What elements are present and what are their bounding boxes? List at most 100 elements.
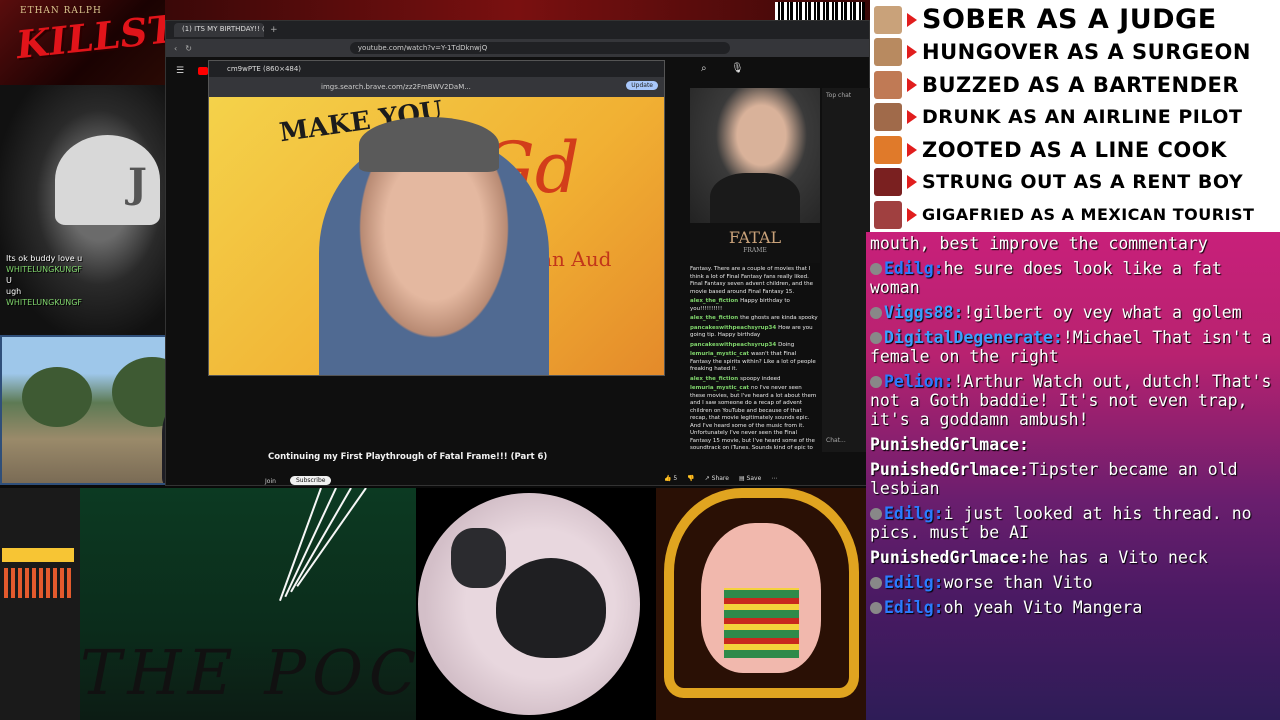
tier-arrow-icon bbox=[907, 142, 917, 157]
green-visualizer-panel: THE POCKET bbox=[80, 488, 416, 720]
chat-message: Edilg:i just looked at his thread. no pi… bbox=[870, 504, 1276, 542]
youtube-live-chat: Fantasy. There are a couple of movies th… bbox=[688, 264, 820, 452]
chat-message: mouth, best improve the commentary bbox=[870, 234, 1276, 253]
raccoon-panel bbox=[416, 488, 656, 720]
tier-arrow-icon bbox=[907, 175, 917, 189]
webcam-chat-user: WHITELUNGKUNGF bbox=[6, 265, 82, 274]
tier-face-icon bbox=[874, 168, 902, 196]
mic-icon[interactable]: 🎙 bbox=[731, 63, 744, 74]
menu-icon[interactable]: ☰ bbox=[176, 66, 184, 76]
youtube-logo-icon[interactable] bbox=[198, 67, 208, 75]
cap-letter: J bbox=[128, 160, 147, 207]
chat-message: PunishedGrlmace: bbox=[870, 435, 1276, 454]
shirt-graphic bbox=[710, 173, 800, 223]
chat-username[interactable]: Viggs88: bbox=[884, 303, 963, 322]
browser-tab-bar: (1) ITS MY BIRTHDAY!! @ C + bbox=[166, 21, 869, 39]
tier-label: ZOOTED AS A LINE COOK bbox=[922, 137, 1227, 162]
yt-chat-user[interactable]: alex_the_fiction bbox=[690, 376, 740, 382]
yt-chat-message: pancakeswithpeachsyrup34 Doing bbox=[690, 342, 818, 350]
back-icon[interactable]: ‹ bbox=[174, 44, 177, 53]
like-button[interactable]: 👍 5 bbox=[664, 475, 677, 482]
tier-label: STRUNG OUT AS A RENT BOY bbox=[922, 171, 1244, 193]
chat-username[interactable]: Pelion: bbox=[884, 372, 954, 391]
streamer-webcam: J Its ok buddy love u WHITELUNGKUNGF U u… bbox=[0, 85, 165, 335]
webcam-chat-user: WHITELUNGKUNGF bbox=[6, 298, 82, 307]
yt-chat-message: lemuria_mystic_cat wasn't that Final Fan… bbox=[690, 351, 818, 374]
chat-message: PunishedGrlmace:he has a Vito neck bbox=[870, 548, 1276, 567]
tier-label: GIGAFRIED AS A MEXICAN TOURIST bbox=[922, 205, 1255, 224]
popup-address-bar: imgs.search.brave.com/zz2FmBWV2DaM... bbox=[209, 77, 664, 97]
tier-arrow-icon bbox=[907, 77, 917, 92]
yt-chat-user[interactable]: pancakeswithpeachsyrup34 bbox=[690, 325, 778, 331]
tier-face-icon bbox=[874, 103, 902, 131]
tier-arrow-icon bbox=[907, 207, 917, 222]
chat-text: !gilbert oy vey what a golem bbox=[963, 303, 1242, 322]
yt-chat-user[interactable]: alex_the_fiction bbox=[690, 315, 740, 321]
save-button[interactable]: ▤ Save bbox=[739, 475, 761, 482]
browser-url-field[interactable]: youtube.com/watch?v=Y-1TdDknwjQ bbox=[349, 42, 730, 54]
chat-badge-icon bbox=[870, 508, 882, 520]
tier-face-icon bbox=[874, 135, 902, 164]
chat-text: oh yeah Vito Mangera bbox=[943, 598, 1143, 617]
new-tab-icon[interactable]: + bbox=[270, 25, 278, 35]
tier-label: BUZZED AS A BARTENDER bbox=[922, 72, 1240, 97]
yt-chat-user[interactable]: lemuria_mystic_cat bbox=[690, 385, 751, 391]
chat-input[interactable]: Chat... bbox=[826, 437, 846, 444]
chat-side-column: Top chat Chat... bbox=[822, 88, 870, 452]
chat-username[interactable]: Edilg: bbox=[884, 573, 944, 592]
share-button[interactable]: ↗ Share bbox=[705, 475, 729, 482]
emote-rows bbox=[4, 568, 74, 598]
chat-badge-icon bbox=[870, 577, 882, 589]
tier-row: SOBER AS A JUDGE bbox=[870, 3, 1280, 36]
tier-row: STRUNG OUT AS A RENT BOY bbox=[870, 166, 1280, 199]
more-icon[interactable]: ⋯ bbox=[771, 475, 777, 482]
dislike-icon[interactable]: 👎 bbox=[687, 475, 694, 482]
chat-text: mouth, best improve the commentary bbox=[870, 234, 1208, 253]
update-button[interactable]: Update bbox=[626, 81, 658, 90]
chat-username[interactable]: PunishedGrlmace: bbox=[870, 435, 1029, 454]
chat-username[interactable]: Edilg: bbox=[884, 598, 944, 617]
chat-username[interactable]: DigitalDegenerate: bbox=[884, 328, 1063, 347]
yt-chat-user[interactable]: alex_the_fiction bbox=[690, 298, 740, 304]
chat-username[interactable]: Edilg: bbox=[884, 259, 944, 278]
tier-row: ZOOTED AS A LINE COOK bbox=[870, 133, 1280, 166]
popup-image: MAKE YOU Gd istian Aud bbox=[209, 97, 664, 375]
yt-chat-user[interactable]: pancakeswithpeachsyrup34 bbox=[690, 342, 778, 348]
join-button[interactable]: Join bbox=[265, 478, 276, 485]
chat-text: worse than Vito bbox=[943, 573, 1093, 592]
chat-username[interactable]: PunishedGrlmace: bbox=[870, 548, 1029, 567]
stream-banner: ETHAN RALPH KILLST bbox=[0, 0, 165, 85]
tier-row: GIGAFRIED AS A MEXICAN TOURIST bbox=[870, 198, 1280, 231]
browser-tab[interactable]: (1) ITS MY BIRTHDAY!! @ C bbox=[174, 23, 264, 37]
light-streak bbox=[296, 488, 367, 587]
search-icon[interactable]: ⌕ bbox=[701, 63, 707, 74]
top-chat-label[interactable]: Top chat bbox=[826, 92, 866, 99]
tree bbox=[22, 367, 92, 427]
chat-username[interactable]: Edilg: bbox=[884, 504, 944, 523]
yt-chat-user[interactable]: lemuria_mystic_cat bbox=[690, 351, 751, 357]
tier-face-icon bbox=[874, 38, 902, 66]
side-streamer-video bbox=[690, 88, 820, 223]
qr-code bbox=[775, 2, 865, 20]
popup-tab[interactable]: cm9wPTE (860×484) bbox=[227, 65, 301, 73]
webcam-chat-line: U bbox=[6, 276, 12, 285]
chat-username[interactable]: PunishedGrlmace: bbox=[870, 460, 1029, 479]
pocket-text: THE POCKET bbox=[80, 636, 416, 709]
chat-badge-icon bbox=[870, 307, 882, 319]
share-label: Share bbox=[711, 475, 729, 482]
video-actions: 👍 5 👎 ↗ Share ▤ Save ⋯ bbox=[664, 475, 777, 482]
chat-message: PunishedGrlmace:Tipster became an old le… bbox=[870, 460, 1276, 498]
pig-vest bbox=[724, 588, 799, 658]
subscribe-button[interactable]: Subscribe bbox=[290, 476, 332, 485]
yt-chat-text: Doing bbox=[778, 341, 795, 348]
save-label: Save bbox=[746, 475, 762, 482]
yt-chat-text: Fantasy. There are a couple of movies th… bbox=[690, 266, 814, 295]
chat-message: Edilg:oh yeah Vito Mangera bbox=[870, 598, 1276, 617]
fatal-title: FATAL bbox=[728, 228, 782, 247]
reload-icon[interactable]: ↻ bbox=[185, 44, 192, 53]
sobriety-tier-list: SOBER AS A JUDGE HUNGOVER AS A SURGEON BUZ… bbox=[870, 0, 1280, 232]
popup-url[interactable]: imgs.search.brave.com/zz2FmBWV2DaM... bbox=[321, 83, 471, 91]
light-streak bbox=[279, 488, 322, 602]
video-title[interactable]: Continuing my First Playthrough of Fatal… bbox=[268, 452, 547, 462]
light-streak bbox=[290, 488, 352, 593]
